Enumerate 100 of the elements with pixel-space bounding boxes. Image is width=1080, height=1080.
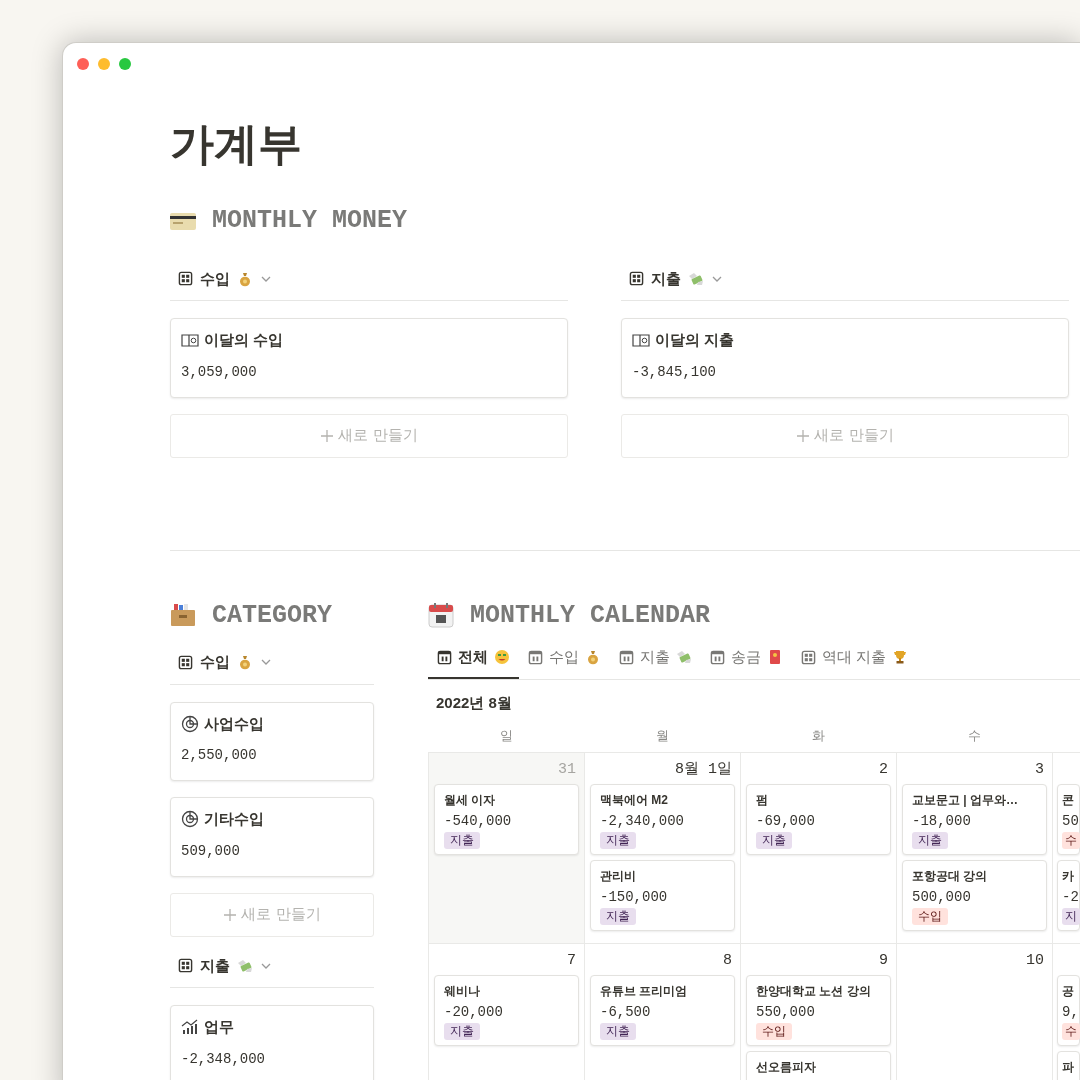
event-amount: -18,000 bbox=[912, 811, 971, 830]
event-card[interactable]: 관리비 -150,000 지출 bbox=[590, 859, 735, 931]
event-amount: 50 bbox=[1062, 811, 1079, 830]
card-title: 업무 bbox=[204, 1017, 234, 1037]
category-tag: 수 bbox=[1062, 831, 1080, 849]
event-title: 관리비 bbox=[600, 867, 636, 885]
ledger-icon bbox=[632, 331, 650, 350]
view-tab[interactable]: 전체 bbox=[428, 644, 519, 679]
event-amount: -6,500 bbox=[600, 1002, 651, 1021]
view-tab[interactable]: 수입 bbox=[519, 644, 610, 679]
event-amount: 500,000 bbox=[912, 887, 971, 906]
event-card[interactable]: 카 -2 지 bbox=[1057, 859, 1080, 931]
card-value: -3,845,100 bbox=[632, 362, 717, 382]
card-title: 기타수입 bbox=[204, 809, 264, 829]
event-card[interactable]: 펌 -69,000 지출 bbox=[746, 783, 891, 855]
month-label: 2022년 8월 bbox=[436, 692, 513, 713]
event-title: 펌 bbox=[756, 791, 768, 809]
card-title: 이달의 지출 bbox=[655, 330, 735, 350]
banknote-wings-icon bbox=[237, 957, 253, 974]
summary-card[interactable]: 사업수입 2,550,000 bbox=[170, 701, 374, 781]
day-cell[interactable]: 31 월세 이자 -540,000 지출 bbox=[429, 752, 585, 943]
event-title: 공 bbox=[1062, 982, 1074, 1000]
event-amount: -2,340,000 bbox=[600, 811, 684, 830]
calendar-page-icon bbox=[428, 602, 454, 629]
card-value: 509,000 bbox=[181, 841, 241, 861]
event-card[interactable]: 포항공대 강의 500,000 수입 bbox=[902, 859, 1047, 931]
event-title: 교보문고 | 업무와… bbox=[912, 791, 1019, 809]
event-title: 웨비나 bbox=[444, 982, 480, 1000]
growth-chart-icon bbox=[181, 1018, 199, 1037]
event-title: 포항공대 강의 bbox=[912, 867, 988, 885]
event-card[interactable]: 콘 50 수 bbox=[1057, 783, 1080, 855]
category-tag: 지출 bbox=[444, 831, 480, 849]
event-amount: -20,000 bbox=[444, 1002, 503, 1021]
event-amount: -540,000 bbox=[444, 811, 512, 830]
category-tag: 수입 bbox=[912, 907, 948, 925]
event-title: 월세 이자 bbox=[444, 791, 496, 809]
event-title: 선오름피자 bbox=[756, 1058, 816, 1076]
summary-card[interactable]: 이달의 수입 3,059,000 bbox=[170, 318, 568, 398]
event-card[interactable]: 파 bbox=[1057, 1050, 1080, 1080]
summary-card[interactable]: 이달의 지출 -3,845,100 bbox=[621, 318, 1069, 398]
table-icon bbox=[178, 958, 193, 974]
event-card[interactable]: 교보문고 | 업무와… -18,000 지출 bbox=[902, 783, 1047, 855]
day-number: 3 bbox=[1035, 759, 1044, 779]
summary-card[interactable]: 업무 -2,348,000 bbox=[170, 1005, 374, 1080]
view-tab[interactable]: 지출 bbox=[610, 644, 701, 679]
section-heading: MONTHLY CALENDAR bbox=[470, 599, 711, 632]
close-button[interactable] bbox=[77, 58, 89, 70]
view-tab[interactable]: 역대 지출 bbox=[792, 644, 918, 679]
calendar-icon bbox=[437, 649, 452, 665]
event-card[interactable]: 월세 이자 -540,000 지출 bbox=[434, 783, 579, 855]
weekday-label: 화 bbox=[810, 727, 826, 745]
event-card[interactable]: 웨비나 -20,000 지출 bbox=[434, 974, 579, 1046]
view-title[interactable]: 수입 bbox=[200, 651, 230, 674]
event-title: 맥북에어 M2 bbox=[600, 791, 668, 809]
view-title[interactable]: 수입 bbox=[200, 267, 230, 290]
event-card[interactable]: 맥북에어 M2 -2,340,000 지출 bbox=[590, 783, 735, 855]
plus-icon bbox=[796, 428, 811, 443]
file-box-icon bbox=[170, 603, 196, 628]
event-card[interactable]: 선오름피자 bbox=[746, 1050, 891, 1080]
event-title: 콘 bbox=[1062, 791, 1074, 809]
category-tag: 지출 bbox=[756, 831, 792, 849]
calendar-icon bbox=[528, 649, 543, 665]
section-heading: MONTHLY MONEY bbox=[212, 205, 408, 237]
event-title: 파 bbox=[1062, 1058, 1074, 1076]
envelope-icon bbox=[767, 649, 783, 666]
event-amount: -2 bbox=[1062, 887, 1079, 906]
day-number: 2 bbox=[879, 759, 888, 779]
table-icon bbox=[178, 271, 193, 287]
event-amount: -69,000 bbox=[756, 811, 815, 830]
money-bag-icon bbox=[585, 649, 601, 666]
view-tab[interactable]: 송금 bbox=[701, 644, 792, 679]
event-card[interactable]: 한양대학교 노션 강의 550,000 수입 bbox=[746, 974, 891, 1046]
event-title: 유튜브 프리미엄 bbox=[600, 982, 688, 1000]
section-heading: CATEGORY bbox=[212, 599, 333, 632]
weekday-label: 일 bbox=[498, 727, 514, 745]
ledger-icon bbox=[181, 331, 199, 350]
event-amount: -150,000 bbox=[600, 887, 668, 906]
calendar-icon bbox=[710, 649, 725, 665]
event-card[interactable]: 유튜브 프리미엄 -6,500 지출 bbox=[590, 974, 735, 1046]
category-tag: 지 bbox=[1062, 907, 1080, 925]
category-tag: 수 bbox=[1062, 1022, 1080, 1040]
view-title[interactable]: 지출 bbox=[651, 267, 681, 290]
summary-card[interactable]: 기타수입 509,000 bbox=[170, 797, 374, 877]
minimize-button[interactable] bbox=[98, 58, 110, 70]
table-icon bbox=[629, 271, 644, 287]
trophy-icon bbox=[892, 649, 909, 666]
page-title: 가계부 bbox=[170, 118, 303, 170]
day-number: 9 bbox=[879, 950, 888, 970]
event-amount: 550,000 bbox=[756, 1002, 815, 1021]
card-title: 사업수입 bbox=[204, 713, 264, 734]
pie-chart-icon bbox=[181, 810, 199, 829]
table-icon bbox=[801, 649, 816, 665]
card-title: 이달의 수입 bbox=[204, 330, 284, 350]
event-title: 한양대학교 노션 강의 bbox=[756, 982, 871, 1000]
zoom-button[interactable] bbox=[119, 58, 131, 70]
money-bag-icon bbox=[237, 270, 253, 287]
banknote-wings-icon bbox=[688, 270, 704, 287]
card-value: -2,348,000 bbox=[181, 1049, 266, 1069]
event-card[interactable]: 공 9, 수 bbox=[1057, 974, 1080, 1046]
view-title[interactable]: 지출 bbox=[200, 954, 230, 977]
